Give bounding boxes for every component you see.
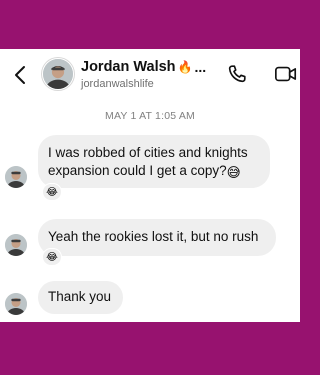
- message-text: I was robbed of cities and knights expan…: [48, 145, 248, 178]
- fire-emoji: 🔥: [177, 60, 193, 74]
- sender-avatar[interactable]: [5, 166, 27, 188]
- chat-window: Jordan Walsh 🔥 ... jordanwalshlife MAY 1…: [0, 49, 300, 322]
- video-call-button[interactable]: [274, 63, 298, 85]
- phone-icon: [228, 65, 246, 83]
- back-button[interactable]: [10, 64, 30, 86]
- laughing-emoji: 😂: [46, 186, 58, 198]
- message-bubble[interactable]: Thank you: [38, 281, 123, 314]
- name-ellipsis: ...: [194, 59, 207, 75]
- message-timestamp: MAY 1 AT 1:05 AM: [105, 110, 195, 122]
- reaction-badge[interactable]: 😂: [42, 248, 62, 266]
- contact-handle: jordanwalshlife: [81, 78, 154, 90]
- sender-avatar[interactable]: [5, 293, 27, 315]
- reaction-badge[interactable]: 😂: [42, 183, 62, 201]
- laughing-emoji: 😂: [46, 251, 58, 263]
- message-text: Yeah the rookies lost it, but no rush: [48, 229, 259, 244]
- sweat-smile-emoji: 😅: [226, 165, 241, 180]
- chevron-left-icon: [15, 66, 25, 84]
- sender-avatar[interactable]: [5, 234, 27, 256]
- message-bubble[interactable]: Yeah the rookies lost it, but no rush: [38, 219, 276, 256]
- avatar[interactable]: [42, 58, 74, 90]
- contact-name[interactable]: Jordan Walsh 🔥 ...: [81, 58, 206, 76]
- chat-header: Jordan Walsh 🔥 ... jordanwalshlife: [0, 49, 300, 99]
- video-camera-icon: [275, 66, 297, 82]
- call-button[interactable]: [226, 63, 248, 85]
- message-bubble[interactable]: I was robbed of cities and knights expan…: [38, 135, 270, 188]
- contact-name-text: Jordan Walsh: [81, 59, 176, 75]
- message-text: Thank you: [48, 289, 112, 304]
